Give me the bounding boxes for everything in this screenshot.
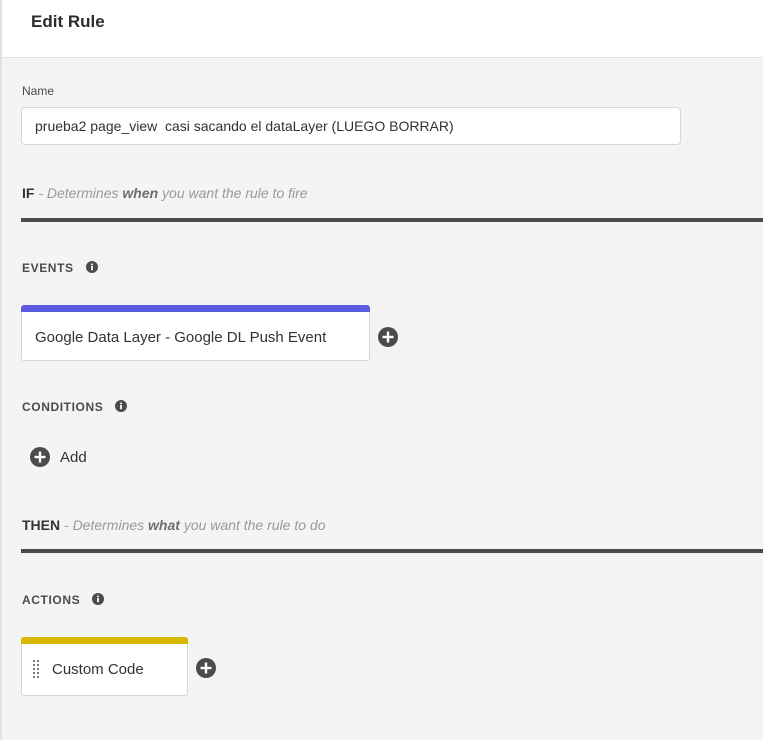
action-card-label: Custom Code [52, 661, 144, 678]
then-prefix: - Determines [60, 517, 149, 533]
if-emphasis: when [122, 185, 159, 201]
name-label: Name [22, 84, 55, 98]
edit-rule-page: Edit Rule Name IF - Determines when you … [0, 0, 763, 740]
if-suffix: you want the rule to fire [158, 185, 308, 201]
events-heading: EVENTS [22, 261, 98, 275]
add-event-icon[interactable] [378, 327, 398, 347]
if-keyword: IF [22, 185, 35, 201]
conditions-label: CONDITIONS [22, 400, 104, 414]
rule-name-input[interactable] [21, 107, 681, 145]
event-card[interactable]: Google Data Layer - Google DL Push Event [21, 305, 370, 361]
info-icon[interactable] [115, 400, 128, 413]
drag-handle-icon[interactable] [32, 659, 40, 679]
if-section-heading: IF - Determines when you want the rule t… [22, 185, 308, 201]
add-condition-label: Add [60, 448, 87, 466]
add-circle-icon [30, 447, 50, 467]
info-icon[interactable] [85, 261, 98, 274]
then-divider [21, 549, 763, 553]
then-keyword: THEN [22, 517, 61, 533]
events-label: EVENTS [22, 261, 74, 275]
then-suffix: you want the rule to do [179, 517, 326, 533]
actions-heading: ACTIONS [22, 593, 105, 607]
if-prefix: - Determines [34, 185, 123, 201]
then-section-heading: THEN - Determines what you want the rule… [22, 517, 325, 533]
then-emphasis: what [148, 517, 180, 533]
action-card-accent [21, 637, 188, 644]
actions-label: ACTIONS [22, 593, 81, 607]
event-card-label: Google Data Layer - Google DL Push Event [35, 329, 327, 346]
if-divider [21, 218, 763, 222]
page-title: Edit Rule [31, 12, 105, 31]
info-icon[interactable] [92, 593, 105, 606]
conditions-heading: CONDITIONS [22, 400, 128, 414]
action-card[interactable]: Custom Code [21, 637, 188, 696]
add-condition-button[interactable]: Add [30, 447, 87, 467]
header: Edit Rule [2, 0, 763, 58]
add-action-icon[interactable] [196, 658, 216, 678]
event-card-accent [21, 305, 370, 312]
